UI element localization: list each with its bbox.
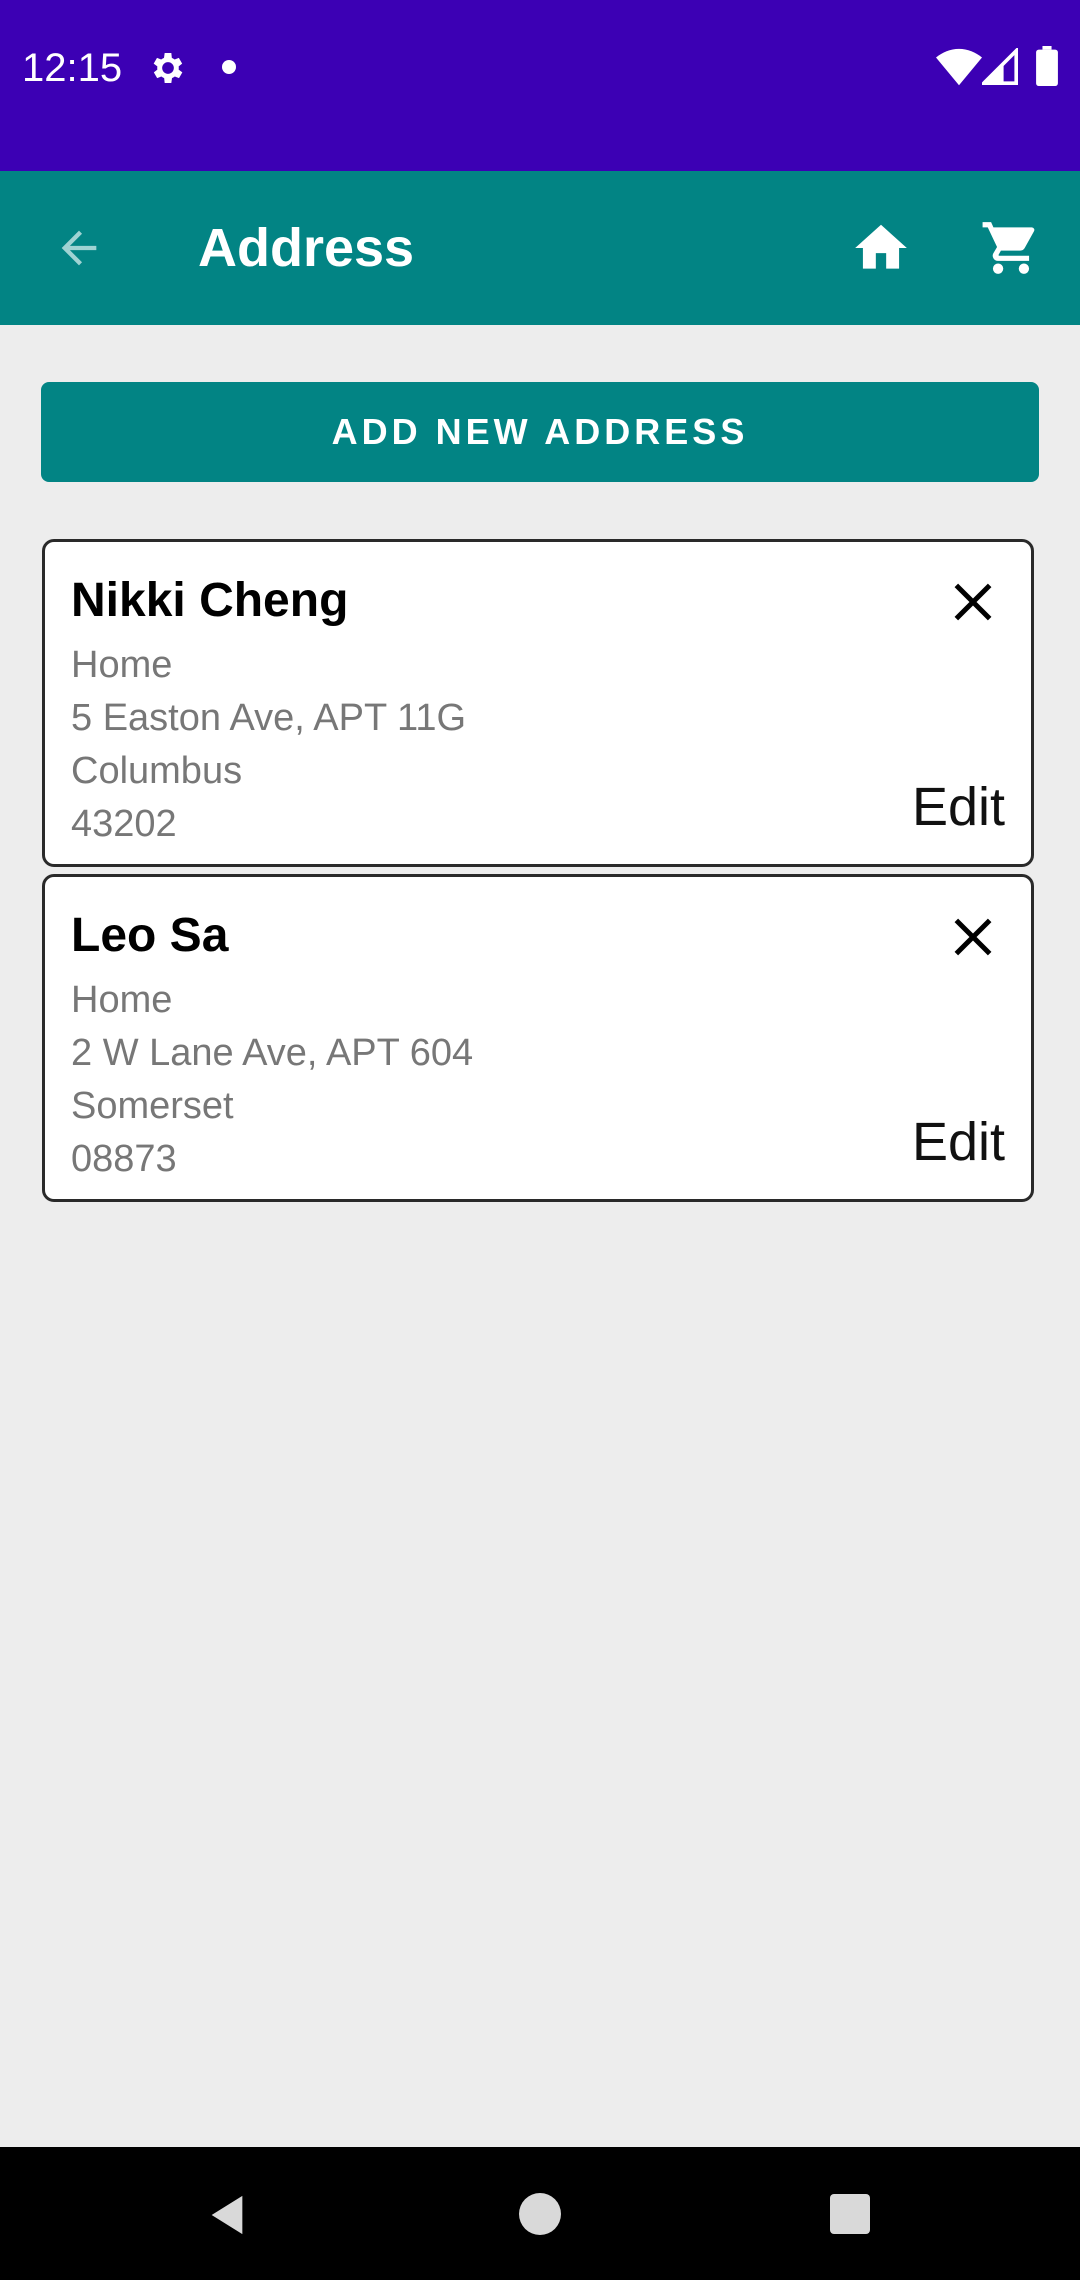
wifi-icon <box>936 48 982 86</box>
add-new-address-button[interactable]: ADD NEW ADDRESS <box>41 382 1039 482</box>
system-nav-bar <box>0 2147 1080 2280</box>
cart-icon <box>982 222 1035 274</box>
arrow-back-icon <box>61 230 97 266</box>
edit-address-button[interactable]: Edit <box>912 776 1005 838</box>
address-type: Home <box>71 979 173 1021</box>
address-street-line: 5 Easton Ave, APT 11G <box>71 695 466 741</box>
edit-address-button[interactable]: Edit <box>912 1111 1005 1173</box>
close-icon <box>954 583 992 621</box>
back-button[interactable] <box>40 209 118 287</box>
delete-address-button[interactable] <box>941 905 1005 969</box>
battery-icon <box>1036 46 1058 86</box>
app-bar: Address <box>0 171 1080 325</box>
back-triangle-icon[interactable] <box>204 2191 250 2239</box>
delete-address-button[interactable] <box>941 570 1005 634</box>
address-card: Nikki Cheng Home 5 Easton Ave, APT 11G C… <box>42 539 1034 867</box>
address-card: Leo Sa Home 2 W Lane Ave, APT 604 Somers… <box>42 874 1034 1202</box>
home-button[interactable] <box>842 209 920 287</box>
address-type: Home <box>71 644 173 686</box>
address-unit: APT 604 <box>325 1032 474 1074</box>
cart-button[interactable] <box>972 209 1050 287</box>
recents-square-icon[interactable] <box>830 2194 870 2234</box>
address-city: Somerset <box>71 1085 234 1127</box>
close-icon <box>954 918 992 956</box>
status-bar: 12:15 <box>0 0 1080 171</box>
address-name: Nikki Cheng <box>71 574 349 627</box>
address-city: Columbus <box>71 750 243 792</box>
notification-dot-icon <box>222 60 236 74</box>
home-icon <box>855 224 907 269</box>
address-name: Leo Sa <box>71 909 229 962</box>
address-unit: APT 11G <box>313 697 467 739</box>
signal-icon <box>982 48 1018 85</box>
address-zip: 43202 <box>71 803 177 845</box>
page-title: Address <box>198 218 415 278</box>
address-street: 2 W Lane Ave, <box>71 1032 318 1074</box>
address-zip: 08873 <box>71 1138 177 1180</box>
status-time: 12:15 <box>22 46 123 90</box>
address-street: 5 Easton Ave, <box>71 697 305 739</box>
address-street-line: 2 W Lane Ave, APT 604 <box>71 1030 473 1076</box>
gear-icon <box>153 53 183 83</box>
home-circle-icon[interactable] <box>519 2193 561 2235</box>
